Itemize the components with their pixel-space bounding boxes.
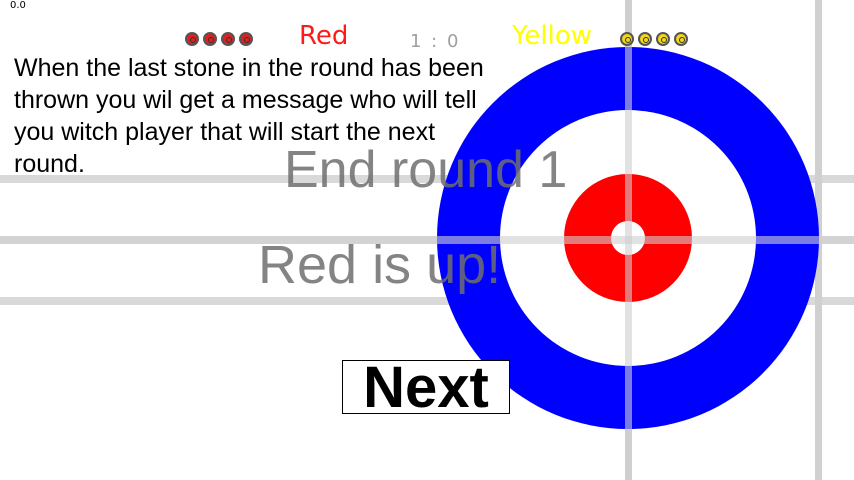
yellow-stone-icon	[656, 32, 670, 46]
red-stone-icon	[239, 32, 253, 46]
yellow-stone-icon	[674, 32, 688, 46]
next-player-message: Red is up!	[258, 235, 502, 295]
yellow-stones-remaining	[620, 32, 688, 46]
red-stone-icon	[203, 32, 217, 46]
red-stones-remaining	[185, 32, 253, 46]
debug-readout: 0.0	[10, 0, 26, 11]
red-player-label: Red	[299, 21, 349, 51]
red-stone-icon	[221, 32, 235, 46]
next-button[interactable]: Next	[342, 359, 510, 417]
yellow-stone-icon	[620, 32, 634, 46]
yellow-player-label: Yellow	[512, 21, 593, 51]
yellow-stone-icon	[638, 32, 652, 46]
score-display: 1 : 0	[410, 31, 461, 52]
red-stone-icon	[185, 32, 199, 46]
end-round-message: End round 1	[284, 141, 568, 199]
